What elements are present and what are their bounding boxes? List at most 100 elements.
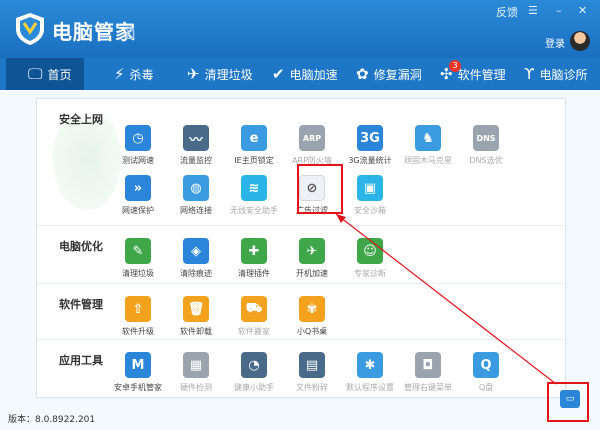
title-bar[interactable]: 电脑管家 ฮ 反馈 ☰ – ✕ 登录 bbox=[0, 0, 600, 58]
tool-label: 无线安全助手 bbox=[230, 206, 278, 215]
tool-label: 3G流量统计 bbox=[348, 156, 392, 165]
tool-item[interactable]: ✾ 小Q书桌 bbox=[283, 296, 341, 337]
tool-label: 安卓手机管家 bbox=[114, 383, 162, 392]
tool-item[interactable]: ✚ 清理插件 bbox=[225, 238, 283, 279]
android-icon: M bbox=[125, 352, 151, 378]
tool-label: 清除痕迹 bbox=[180, 269, 212, 278]
speedometer-icon: ◷ bbox=[125, 125, 151, 151]
doctor-icon: ☺ bbox=[357, 238, 383, 264]
mouse-icon: ◘ bbox=[415, 352, 441, 378]
globe-icon: ◍ bbox=[183, 175, 209, 201]
tool-item[interactable]: ◷ 测试网速 bbox=[109, 125, 167, 166]
rocket-icon: ✈ bbox=[299, 238, 325, 264]
tool-item[interactable]: ♞ 顽固木马克星 bbox=[399, 125, 457, 166]
tab-label: 电脑诊所 bbox=[539, 67, 588, 82]
tool-label: 开机加速 bbox=[296, 269, 328, 278]
tab-antivirus[interactable]: ⚡ 杀毒 bbox=[110, 58, 158, 90]
toolbox-highlight-box bbox=[547, 382, 589, 422]
truck-icon: ⛟ bbox=[241, 296, 267, 322]
hardware-icon: ▦ bbox=[183, 352, 209, 378]
version-text: 版本：8.0.8922.201 bbox=[8, 415, 96, 425]
dns-icon: DNS bbox=[473, 125, 499, 151]
tab-clean-junk[interactable]: ✈ 清理垃圾 bbox=[183, 58, 257, 90]
section-optimize: 电脑优化 ✎ 清理垃圾 ◈ 清除痕迹 ✚ 清理插件 ✈ 开机加速 ☺ 专家诊断 bbox=[37, 225, 567, 283]
tool-item[interactable]: ≋ 无线安全助手 bbox=[225, 175, 283, 216]
tool-item[interactable]: ☺ 专家诊断 bbox=[341, 238, 399, 279]
tool-label: 小Q书桌 bbox=[296, 327, 328, 336]
section-software: 软件管理 ⇧ 软件升级 🗑 软件卸载 ⛟ 软件搬家 ✾ 小Q书桌 bbox=[37, 283, 567, 339]
tool-label: 清理垃圾 bbox=[122, 269, 154, 278]
home-content: 安全上网 ◷ 测试网速 〰流量监控 e IE主页锁定 ARP ARP防火墙 3G 3G流量统计 ♞… bbox=[0, 90, 600, 408]
section-title: 电脑优化 bbox=[59, 240, 103, 253]
tab-label: 杀毒 bbox=[129, 67, 154, 82]
plugin-icon: ✚ bbox=[241, 238, 267, 264]
avatar[interactable] bbox=[570, 31, 590, 51]
tool-item[interactable]: DNS DNS选优 bbox=[457, 125, 515, 166]
shredder-icon: ▤ bbox=[299, 352, 325, 378]
eraser-icon: ◈ bbox=[183, 238, 209, 264]
tab-repair[interactable]: ✿ 修复漏洞 bbox=[352, 58, 426, 90]
tool-item[interactable]: ⛟ 软件搬家 bbox=[225, 296, 283, 337]
tab-home[interactable]: 🖵 首页 bbox=[6, 58, 84, 90]
wifi-icon: ≋ bbox=[241, 175, 267, 201]
status-bar: 版本：8.0.8922.201 bbox=[0, 408, 600, 430]
minimize-icon[interactable]: – bbox=[556, 4, 562, 17]
menu-icon[interactable]: ☰ bbox=[528, 4, 538, 17]
tools-panel: 安全上网 ◷ 测试网速 〰流量监控 e IE主页锁定 ARP ARP防火墙 3G 3G流量统计 ♞… bbox=[36, 98, 567, 399]
tool-label: 顽固木马克星 bbox=[404, 156, 452, 165]
tool-item[interactable]: ▦ 硬件检测 bbox=[167, 352, 225, 393]
upgrade-icon: ⇧ bbox=[125, 296, 151, 322]
tool-item[interactable]: e IE主页锁定 bbox=[225, 125, 283, 166]
tool-item[interactable]: ⇧ 软件升级 bbox=[109, 296, 167, 337]
arp-icon: ARP bbox=[299, 125, 325, 151]
tool-item[interactable]: ▤ 文件粉碎 bbox=[283, 352, 341, 393]
tool-item[interactable]: ▣ 安全沙箱 bbox=[341, 175, 399, 216]
tool-label: 流量监控 bbox=[180, 156, 212, 165]
tool-item[interactable]: » 网速保护 bbox=[109, 175, 167, 216]
shield-logo-icon bbox=[16, 13, 44, 45]
monitor-icon: 🖵 bbox=[28, 65, 43, 83]
tool-label: 测试网速 bbox=[122, 156, 154, 165]
tab-label: 软件管理 bbox=[457, 67, 506, 82]
broom-icon: ✎ bbox=[125, 238, 151, 264]
tool-item[interactable]: 🗑 软件卸载 bbox=[167, 296, 225, 337]
tool-label: 软件升级 bbox=[122, 327, 154, 336]
tool-item[interactable]: ◍ 网络连接 bbox=[167, 175, 225, 216]
ie-icon: e bbox=[241, 125, 267, 151]
shield-arrow-icon: » bbox=[125, 175, 151, 201]
tool-item[interactable]: ◔ 健康小助手 bbox=[225, 352, 283, 393]
tab-label: 电脑加速 bbox=[289, 67, 338, 82]
tool-item[interactable]: ARP ARP防火墙 bbox=[283, 125, 341, 166]
horse-icon: ♞ bbox=[415, 125, 441, 151]
traffic-chart-icon: 〰 bbox=[183, 125, 209, 151]
feedback-link[interactable]: 反馈 bbox=[496, 4, 518, 20]
section-title: 应用工具 bbox=[59, 354, 103, 367]
tab-software[interactable]: ✣ 软件管理 bbox=[436, 58, 510, 90]
repair-icon: ✿ bbox=[356, 65, 369, 83]
tool-item[interactable]: M 安卓手机管家 bbox=[109, 352, 167, 393]
qdesk-icon: ✾ bbox=[299, 296, 325, 322]
tool-item[interactable]: ✱ 默认程序设置 bbox=[341, 352, 399, 393]
tab-clinic[interactable]: ϒ 电脑诊所 bbox=[520, 58, 592, 90]
tool-item[interactable]: ◈ 清除痕迹 bbox=[167, 238, 225, 279]
tool-item[interactable]: ✈ 开机加速 bbox=[283, 238, 341, 279]
close-icon[interactable]: ✕ bbox=[578, 4, 587, 17]
tool-label: 网速保护 bbox=[122, 206, 154, 215]
login-link[interactable]: 登录 bbox=[545, 35, 565, 50]
tool-item[interactable]: 〰流量监控 bbox=[167, 125, 225, 166]
tool-label: 安全沙箱 bbox=[354, 206, 386, 215]
tool-item[interactable]: Q Q盘 bbox=[457, 352, 515, 393]
tool-item[interactable]: ◘ 管理右键菜单 bbox=[399, 352, 457, 393]
tab-label: 修复漏洞 bbox=[373, 67, 422, 82]
qdisk-icon: Q bbox=[473, 352, 499, 378]
tool-label: DNS选优 bbox=[469, 156, 503, 165]
tool-item[interactable]: 3G 3G流量统计 bbox=[341, 125, 399, 166]
section-tools: 应用工具 M 安卓手机管家 ▦ 硬件检测 ◔ 健康小助手 ▤ 文件粉碎 ✱ 默认程序设置 ◘ 管理右键… bbox=[37, 339, 567, 399]
stethoscope-icon: ϒ bbox=[524, 65, 535, 83]
tab-speedup[interactable]: ✔ 电脑加速 bbox=[268, 58, 342, 90]
tool-label: 清理插件 bbox=[238, 269, 270, 278]
gear-icon: ✱ bbox=[357, 352, 383, 378]
tool-label: 管理右键菜单 bbox=[404, 383, 452, 392]
main-nav: 🖵 首页 ⚡ 杀毒 ✈ 清理垃圾 ✔ 电脑加速 ✿ 修复漏洞 ✣ 软件管理 3 … bbox=[0, 58, 600, 90]
tool-item[interactable]: ✎ 清理垃圾 bbox=[109, 238, 167, 279]
